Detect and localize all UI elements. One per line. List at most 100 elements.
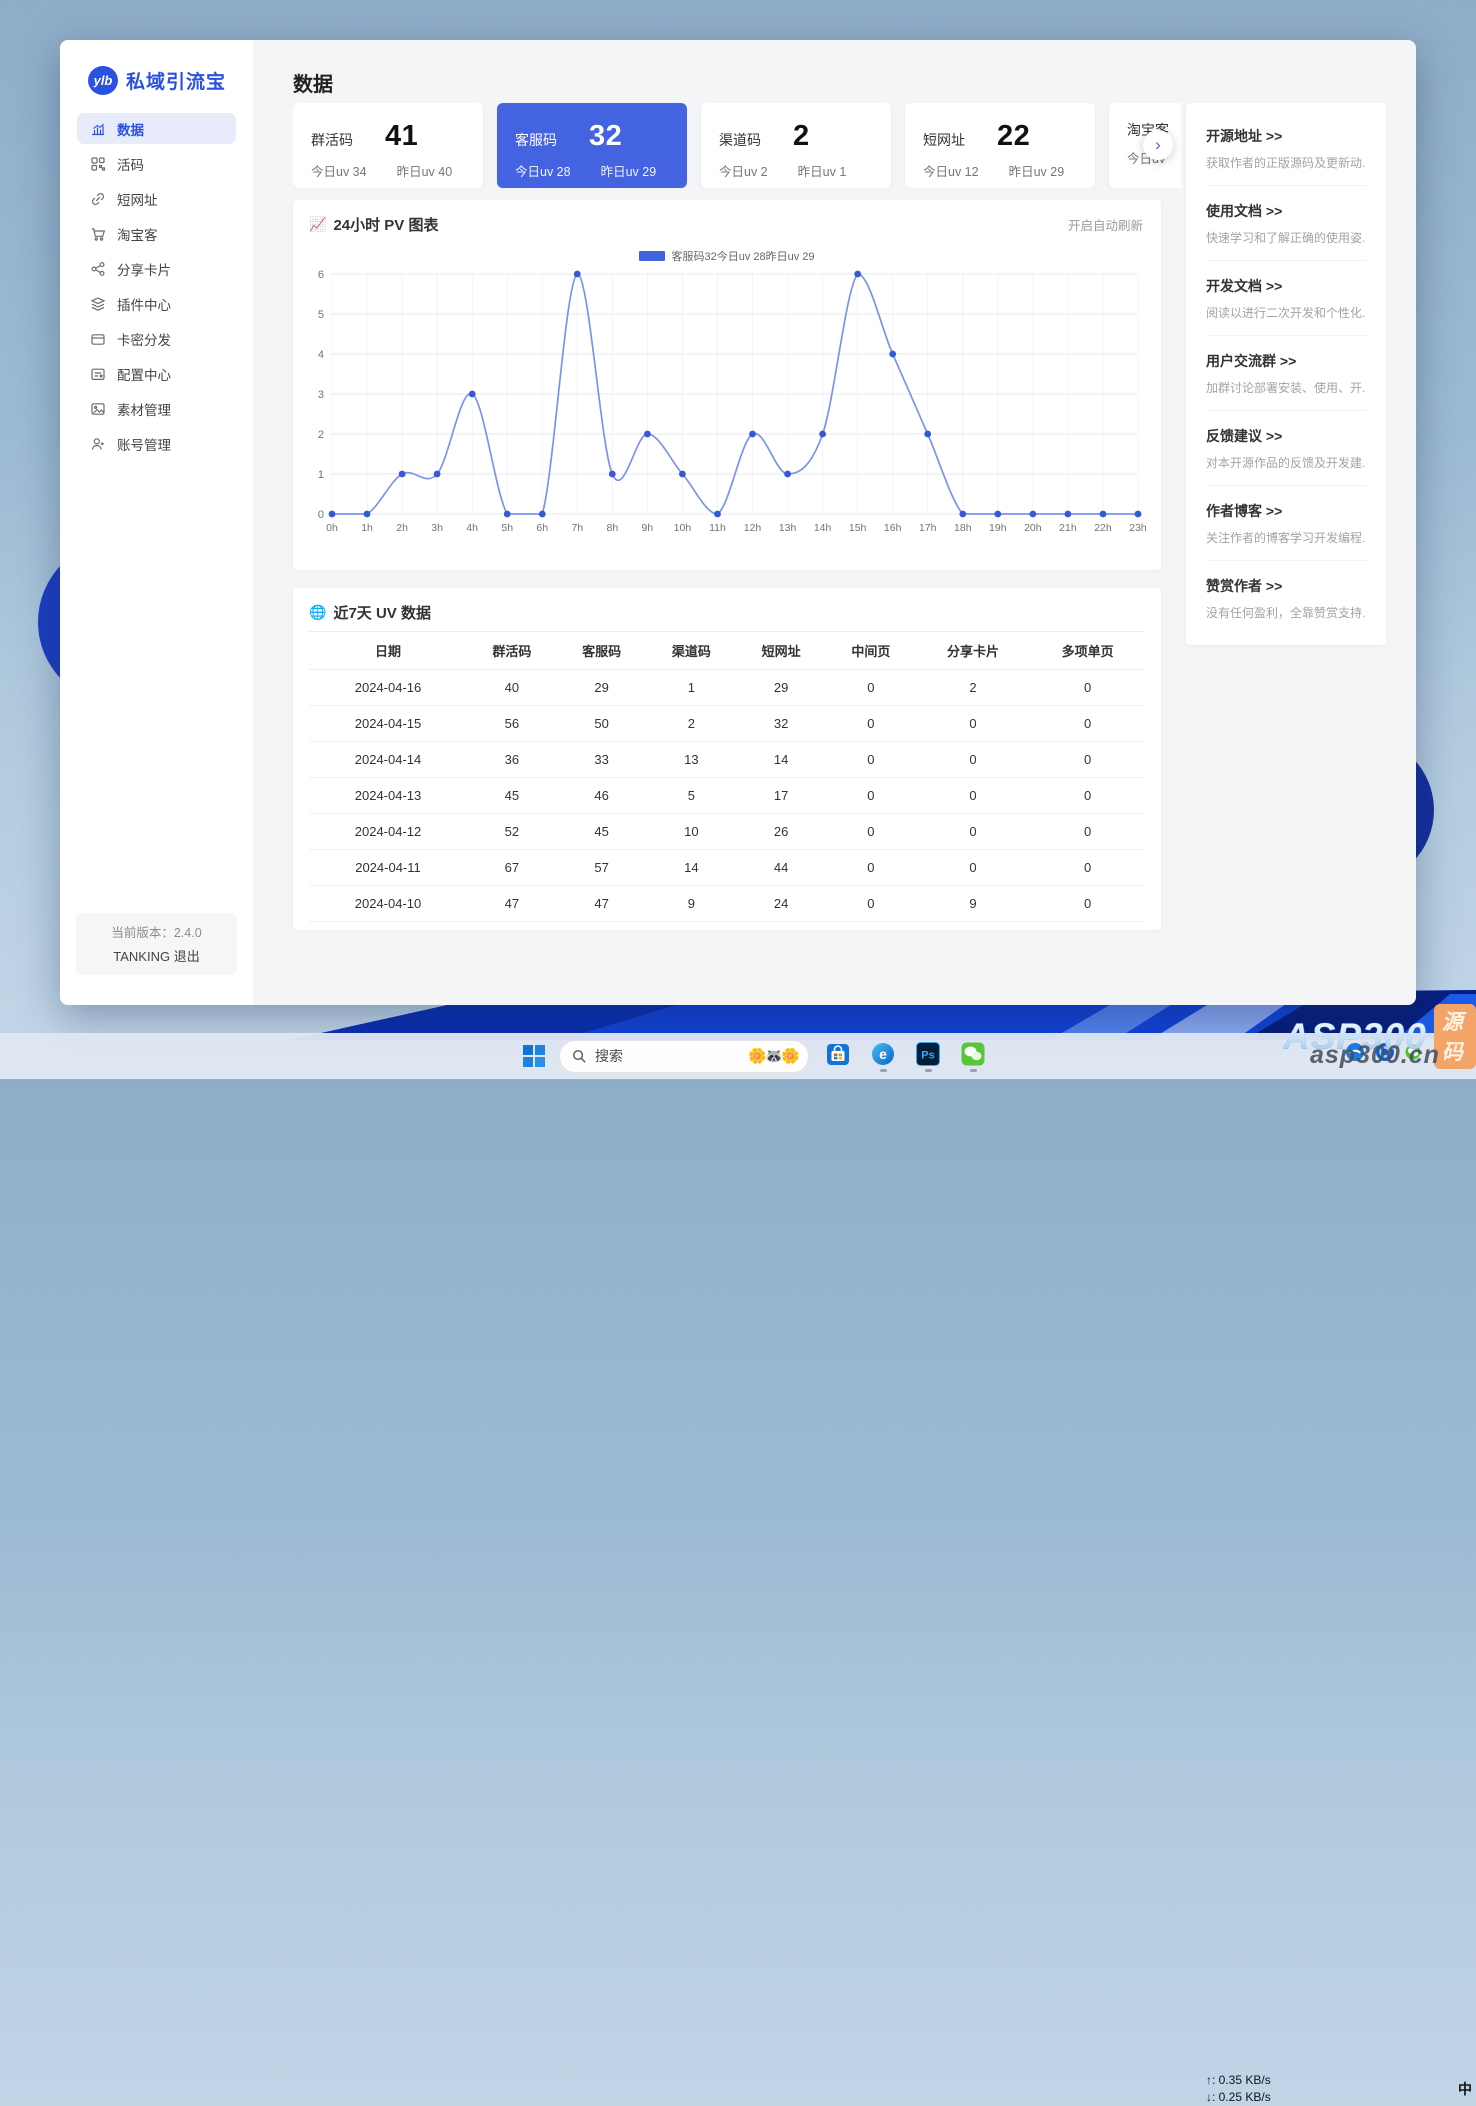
table-cell: 0 [1030,777,1145,814]
svg-text:9h: 9h [642,522,654,534]
sidebar-item-1[interactable]: 活码 [77,148,236,179]
stat-card-value: 2 [793,120,810,152]
sidebar-item-8[interactable]: 素材管理 [77,393,236,424]
auto-refresh-toggle[interactable]: 开启自动刷新 [1068,215,1143,234]
app-logo: ylb 私域引流宝 [60,40,253,95]
table-cell: 44 [736,849,826,886]
table-cell: 0 [826,813,916,850]
sidebar: ylb 私域引流宝 数据活码短网址淘宝客分享卡片插件中心卡密分发配置中心素材管理… [60,40,253,1005]
main-content: 数据 群活码 41 今日uv 34 昨日uv 40 客服码 32 今日uv 28 昨日uv 2… [253,40,1416,1005]
version-label: 当前版本：2.4.0 [111,926,202,940]
table-cell: 0 [1030,705,1145,742]
sidebar-item-label: 卡密分发 [117,332,171,348]
svg-text:6: 6 [318,269,324,281]
stat-card-yesterday-uv: 昨日uv 29 [600,165,657,179]
settings-card-icon [90,366,106,382]
stat-card-1[interactable]: 客服码 32 今日uv 28 昨日uv 29 [497,103,687,188]
resource-link-4: 反馈建议 >> 对本开源作品的反馈及开发建... [1206,411,1366,486]
microsoft-store-icon [827,1043,849,1065]
sidebar-item-6[interactable]: 卡密分发 [77,323,236,354]
svg-text:2h: 2h [396,522,408,534]
svg-text:14h: 14h [814,522,832,534]
table-cell: 0 [915,777,1031,814]
table-cell: 2024-04-11 [309,849,467,886]
svg-text:4h: 4h [466,522,478,534]
svg-text:e: e [879,1046,887,1062]
table-cell: 26 [736,813,826,850]
pv-line-chart: 0 1 2 3 4 5 6 0h 1h 2h 3h 4h 5h 6h 7h 8h 9h 10h 11h 12h 13h 1… [318,269,1146,534]
table-cell: 0 [1030,849,1145,886]
resource-link-2: 开发文档 >> 阅读以进行二次开发和个性化... [1206,261,1366,336]
svg-text:0: 0 [318,509,324,521]
stat-card-0[interactable]: 群活码 41 今日uv 34 昨日uv 40 [293,103,483,188]
table-column-header: 客服码 [556,631,647,670]
table-cell: 0 [915,849,1031,886]
resource-link-desc: 快速学习和了解正确的使用姿... [1206,231,1366,245]
ime-indicator[interactable]: 中 [1458,2079,1472,2099]
sidebar-item-7[interactable]: 配置中心 [77,358,236,389]
taskbar: 搜索 🌼🦝🌼 e Ps ↑: 0.35 KB/s ↓: 0.25 KB/s 中 [0,1033,1476,2104]
svg-text:17h: 17h [919,522,937,534]
stat-card-yesterday-uv: 昨日uv 1 [797,165,847,179]
sidebar-item-4[interactable]: 分享卡片 [77,253,236,284]
resource-link-title[interactable]: 赞赏作者 >> [1206,576,1366,596]
sidebar-item-label: 数据 [117,122,144,138]
svg-text:5h: 5h [501,522,513,534]
resource-link-0: 开源地址 >> 获取作者的正版源码及更新动... [1206,111,1366,186]
sidebar-item-3[interactable]: 淘宝客 [77,218,236,249]
taskbar-search[interactable]: 搜索 🌼🦝🌼 [559,1039,809,1073]
carousel-next-button[interactable]: › [1143,130,1173,160]
table-cell: 1 [646,669,737,706]
watermark-domain: asp300.cn [1310,1041,1440,1069]
start-button[interactable] [522,1044,546,1068]
svg-text:7h: 7h [571,522,583,534]
user-plus-icon [90,436,106,452]
svg-text:11h: 11h [709,522,726,534]
taskbar-app-wechat[interactable] [957,1041,989,1072]
resource-link-title[interactable]: 反馈建议 >> [1206,426,1366,446]
resource-link-title[interactable]: 开发文档 >> [1206,276,1366,296]
table-cell: 0 [826,849,916,886]
table-cell: 9 [915,885,1031,922]
logo-text: 私域引流宝 [126,72,227,93]
logout-link[interactable]: 退出 [174,949,200,964]
resource-link-title[interactable]: 用户交流群 >> [1206,351,1366,371]
resource-link-desc: 没有任何盈利，全靠赞赏支持... [1206,606,1366,620]
resource-link-desc: 加群讨论部署安装、使用、开... [1206,381,1366,395]
table-cell: 45 [556,813,647,850]
table-cell: 47 [556,885,647,922]
svg-text:2: 2 [318,429,324,441]
table-cell: 29 [736,669,826,706]
resource-link-title[interactable]: 作者博客 >> [1206,501,1366,521]
svg-text:21h: 21h [1059,522,1077,534]
table-cell: 36 [467,741,557,778]
stat-card-today-uv: 今日uv 12 [923,165,979,179]
qr-code-icon [90,156,106,172]
sidebar-item-0[interactable]: 数据 [77,113,236,144]
table-cell: 2 [646,705,737,742]
resource-link-title[interactable]: 开源地址 >> [1206,126,1366,146]
table-cell: 56 [467,705,557,742]
resource-link-6: 赞赏作者 >> 没有任何盈利，全靠赞赏支持... [1206,561,1366,635]
table-column-header: 日期 [309,631,467,670]
svg-text:8h: 8h [607,522,619,534]
sidebar-item-5[interactable]: 插件中心 [77,288,236,319]
table-row: 2024-04-12 52 45 10 26 0 0 0 [309,813,1145,850]
table-cell: 0 [826,885,916,922]
taskbar-app-photoshop[interactable]: Ps [912,1041,944,1072]
table-cell: 46 [556,777,647,814]
globe-icon: 🌐 [309,604,327,620]
table-cell: 2024-04-15 [309,705,467,742]
resource-links-panel: 开源地址 >> 获取作者的正版源码及更新动... 使用文档 >> 快速学习和了解正确的… [1186,103,1386,645]
sidebar-item-9[interactable]: 账号管理 [77,428,236,459]
resource-link-title[interactable]: 使用文档 >> [1206,201,1366,221]
chart-panel-title: 📈 24小时 PV 图表 [309,216,439,234]
table-column-header: 分享卡片 [915,631,1031,670]
stat-card-2[interactable]: 渠道码 2 今日uv 2 昨日uv 1 [701,103,891,188]
table-cell: 29 [556,669,647,706]
taskbar-app-store[interactable] [822,1041,854,1072]
stat-card-3[interactable]: 短网址 22 今日uv 12 昨日uv 29 [905,103,1095,188]
uv-data-table: 日期 群活码 客服码 渠道码 短网址 中间页 分享卡片 多项单页 2024-04-16 40 29 1… [309,631,1145,922]
taskbar-app-edge[interactable]: e [867,1041,899,1072]
sidebar-item-2[interactable]: 短网址 [77,183,236,214]
